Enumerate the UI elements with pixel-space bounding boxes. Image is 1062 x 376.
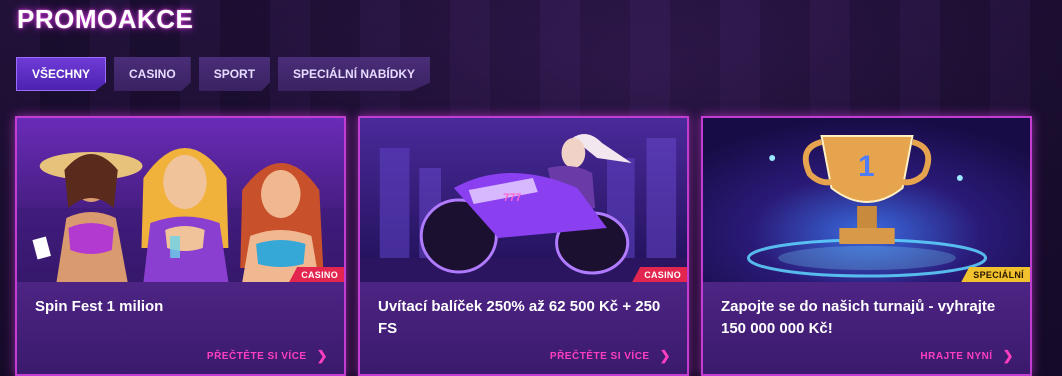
promo-card-welcome-package[interactable]: 777 CASINO Uvítací balíček 250% až 62 50… bbox=[358, 116, 689, 376]
read-more-link[interactable]: PŘEČTĚTE SI VÍCE ❯ bbox=[207, 348, 328, 364]
chevron-right-icon: ❯ bbox=[1002, 348, 1014, 363]
card-title: Spin Fest 1 milion bbox=[35, 298, 164, 315]
svg-text:777: 777 bbox=[503, 192, 521, 204]
category-badge: SPECIÁLNÍ bbox=[961, 267, 1030, 282]
promo-tabs: VŠECHNY CASINO SPORT SPECIÁLNÍ NABÍDKY bbox=[16, 57, 431, 91]
category-badge: CASINO bbox=[289, 267, 344, 282]
promo-image-motorbike: 777 bbox=[360, 118, 687, 282]
play-now-link[interactable]: HRAJTE NYNÍ ❯ bbox=[920, 348, 1014, 364]
tab-all[interactable]: VŠECHNY bbox=[16, 57, 107, 91]
tab-casino[interactable]: CASINO bbox=[114, 57, 191, 91]
promo-card-tournaments[interactable]: 1 SPECIÁLNÍ Zapojte se do našich turnajů… bbox=[701, 116, 1032, 376]
card-title: Uvítací balíček 250% až 62 500 Kč + 250 … bbox=[378, 298, 661, 337]
read-more-link[interactable]: PŘEČTĚTE SI VÍCE ❯ bbox=[550, 348, 671, 364]
tab-special-offers[interactable]: SPECIÁLNÍ NABÍDKY bbox=[278, 57, 431, 91]
play-now-label: HRAJTE NYNÍ bbox=[920, 350, 993, 362]
card-body: Spin Fest 1 milion PŘEČTĚTE SI VÍCE ❯ bbox=[17, 282, 344, 374]
promo-cards: CASINO Spin Fest 1 milion PŘEČTĚTE SI VÍ… bbox=[15, 116, 1032, 376]
promo-card-spin-fest[interactable]: CASINO Spin Fest 1 milion PŘEČTĚTE SI VÍ… bbox=[15, 116, 346, 376]
svg-text:1: 1 bbox=[858, 150, 874, 183]
read-more-label: PŘEČTĚTE SI VÍCE bbox=[549, 350, 650, 362]
tab-sport[interactable]: SPORT bbox=[198, 57, 271, 91]
card-body: Uvítací balíček 250% až 62 500 Kč + 250 … bbox=[360, 282, 687, 374]
page-title: PROMOAKCE bbox=[17, 4, 194, 34]
chevron-right-icon: ❯ bbox=[659, 348, 671, 363]
promo-image-trophy: 1 bbox=[703, 118, 1030, 282]
card-body: Zapojte se do našich turnajů - vyhrajte … bbox=[703, 282, 1030, 374]
promo-image-women bbox=[17, 118, 344, 282]
read-more-label: PŘEČTĚTE SI VÍCE bbox=[206, 350, 307, 362]
chevron-right-icon: ❯ bbox=[316, 348, 328, 363]
category-badge: CASINO bbox=[632, 267, 687, 282]
card-title: Zapojte se do našich turnajů - vyhrajte … bbox=[721, 298, 996, 337]
